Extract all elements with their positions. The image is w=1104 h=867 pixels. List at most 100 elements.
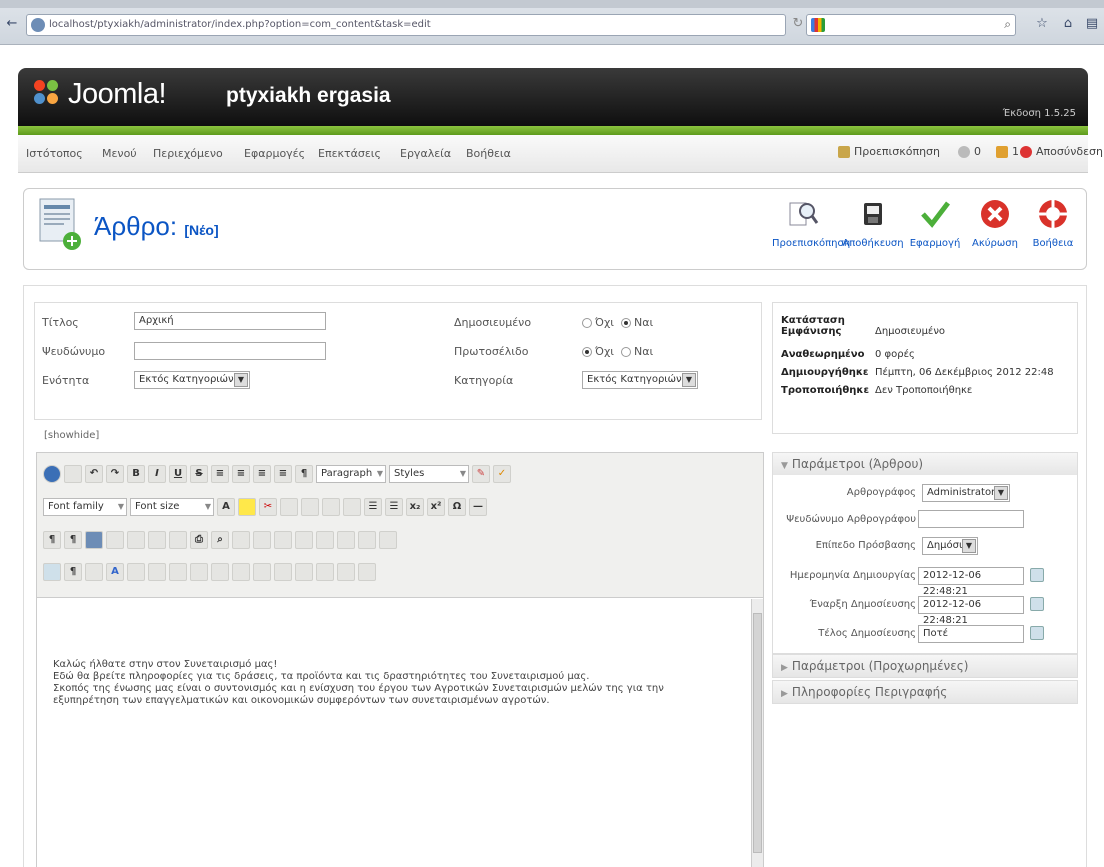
- access-select[interactable]: Δημόσιο ▼: [922, 537, 978, 555]
- cancel-button[interactable]: Ακύρωση: [964, 197, 1026, 249]
- abbr-icon[interactable]: A: [106, 563, 124, 581]
- bold-icon[interactable]: B: [127, 465, 145, 483]
- table-icon[interactable]: [253, 531, 271, 549]
- anchor-icon[interactable]: [106, 531, 124, 549]
- delete-row-icon[interactable]: [337, 531, 355, 549]
- align-left-icon[interactable]: ≡: [211, 465, 229, 483]
- published-yes-radio[interactable]: [621, 318, 632, 328]
- published-no-radio[interactable]: [582, 318, 592, 328]
- menu-item-content[interactable]: Περιεχόμενο: [153, 147, 223, 160]
- author-alias-input[interactable]: [918, 510, 1024, 528]
- home-icon[interactable]: ⌂: [1060, 16, 1076, 32]
- section-select[interactable]: Εκτός Κατηγοριών ▼: [134, 371, 250, 389]
- font-family-select[interactable]: Font family ▼: [43, 498, 127, 516]
- print-icon[interactable]: ⎙: [190, 531, 208, 549]
- align-justify-icon[interactable]: ≡: [274, 465, 292, 483]
- editor-toggle-label[interactable]: [showhide]: [44, 430, 99, 441]
- visual-aid-icon[interactable]: [43, 563, 61, 581]
- ins-icon[interactable]: [190, 563, 208, 581]
- media-icon[interactable]: [169, 531, 187, 549]
- copy-icon[interactable]: [280, 498, 298, 516]
- reload-icon[interactable]: ↻: [790, 16, 806, 32]
- image-icon[interactable]: [85, 531, 103, 549]
- metadata-header[interactable]: ▶ Πληροφορίες Περιγραφής: [773, 681, 1077, 703]
- underline-icon[interactable]: U: [169, 465, 187, 483]
- paragraph-icon[interactable]: ¶: [64, 563, 82, 581]
- search-bar[interactable]: ⌕: [806, 14, 1016, 36]
- title-input[interactable]: Αρχική: [134, 312, 326, 330]
- pagebreak-icon[interactable]: [295, 563, 313, 581]
- styles-select[interactable]: Styles ▼: [389, 465, 469, 483]
- menu-item-site[interactable]: Ιστότοπος: [26, 147, 83, 160]
- text-color-icon[interactable]: A: [217, 498, 235, 516]
- paste-word-icon[interactable]: [343, 498, 361, 516]
- menu-item-menus[interactable]: Μενού: [102, 147, 137, 160]
- help-icon[interactable]: [43, 465, 61, 483]
- strikethrough-icon[interactable]: S: [190, 465, 208, 483]
- calendar-icon[interactable]: [1030, 597, 1044, 611]
- layer-icon[interactable]: [232, 563, 250, 581]
- menu-item-tools[interactable]: Εργαλεία: [400, 147, 451, 160]
- menu-item-extensions[interactable]: Επεκτάσεις: [318, 147, 381, 160]
- author-select[interactable]: Administrator ▼: [922, 484, 1010, 502]
- menu-item-components[interactable]: Εφαρμογές: [244, 147, 305, 160]
- category-select[interactable]: Εκτός Κατηγοριών ▼: [582, 371, 698, 389]
- cite-icon[interactable]: [127, 563, 145, 581]
- row-props-icon[interactable]: [274, 531, 292, 549]
- bookmarks-icon[interactable]: ☆: [1034, 16, 1050, 32]
- undo-icon[interactable]: ↶: [85, 465, 103, 483]
- font-size-select[interactable]: Font size ▼: [130, 498, 214, 516]
- link-icon[interactable]: [127, 531, 145, 549]
- frontpage-yes-radio[interactable]: [621, 347, 632, 357]
- superscript-icon[interactable]: x²: [427, 498, 445, 516]
- nonbreaking-icon[interactable]: [274, 563, 292, 581]
- insert-col-icon[interactable]: [358, 531, 376, 549]
- users-count[interactable]: 1: [1012, 145, 1019, 158]
- save-button[interactable]: Αποθήκευση: [842, 197, 904, 249]
- ltr-icon[interactable]: ¶: [43, 531, 61, 549]
- spellcheck-icon[interactable]: ✓: [493, 465, 511, 483]
- insert-row-icon[interactable]: [316, 531, 334, 549]
- subscript-icon[interactable]: x₂: [406, 498, 424, 516]
- cut-icon[interactable]: ✂: [259, 498, 277, 516]
- redo-icon[interactable]: ↷: [106, 465, 124, 483]
- site-identity-icon[interactable]: [31, 18, 45, 32]
- editor-scrollbar[interactable]: [751, 599, 763, 867]
- menu-item-help[interactable]: Βοήθεια: [466, 147, 511, 160]
- menu-icon[interactable]: ▤: [1084, 16, 1100, 32]
- fullscreen-icon[interactable]: [337, 563, 355, 581]
- format-select[interactable]: Paragraph ▼: [316, 465, 386, 483]
- created-date-input[interactable]: 2012-12-06 22:48:21: [918, 567, 1024, 597]
- find-icon[interactable]: ⌕: [211, 531, 229, 549]
- delete-col-icon[interactable]: [379, 531, 397, 549]
- frontpage-no-radio[interactable]: [582, 347, 592, 357]
- logout-link[interactable]: Αποσύνδεση: [1036, 145, 1103, 158]
- styleprops-icon[interactable]: ¶: [295, 465, 313, 483]
- horizontal-rule-icon[interactable]: —: [469, 498, 487, 516]
- publish-down-input[interactable]: Ποτέ: [918, 625, 1024, 643]
- advanced-params-header[interactable]: ▶ Παράμετροι (Προχωρημένες): [773, 655, 1077, 677]
- apply-button[interactable]: Εφαρμογή: [904, 197, 966, 249]
- paste-icon[interactable]: [301, 498, 319, 516]
- paste-text-icon[interactable]: [322, 498, 340, 516]
- new-document-icon[interactable]: [64, 465, 82, 483]
- cell-props-icon[interactable]: [295, 531, 313, 549]
- highlight-color-icon[interactable]: [238, 498, 256, 516]
- unlink-icon[interactable]: [148, 531, 166, 549]
- preview-page-icon[interactable]: [358, 563, 376, 581]
- publish-up-input[interactable]: 2012-12-06 22:48:21: [918, 596, 1024, 626]
- calendar-icon[interactable]: [1030, 626, 1044, 640]
- replace-icon[interactable]: [232, 531, 250, 549]
- calendar-icon[interactable]: [1030, 568, 1044, 582]
- attribs-icon[interactable]: [211, 563, 229, 581]
- code-icon[interactable]: [253, 563, 271, 581]
- editor-scrollbar-thumb[interactable]: [753, 613, 762, 853]
- search-icon[interactable]: ⌕: [1004, 17, 1011, 32]
- params-panel-header[interactable]: ▼ Παράμετροι (Άρθρου): [773, 453, 1077, 475]
- help-button[interactable]: Βοήθεια: [1022, 197, 1084, 249]
- align-center-icon[interactable]: ≡: [232, 465, 250, 483]
- numbered-list-icon[interactable]: ☰: [385, 498, 403, 516]
- editor-content[interactable]: Καλώς ήλθατε στην στον Συνεταιρισμό μας!…: [37, 599, 751, 867]
- preview-link[interactable]: Προεπισκόπηση: [854, 145, 940, 158]
- preview-button[interactable]: Προεπισκόπηση: [772, 197, 850, 249]
